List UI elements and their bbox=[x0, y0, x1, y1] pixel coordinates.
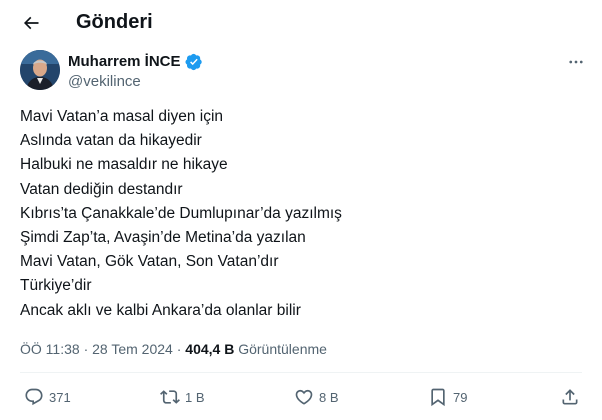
repost-icon bbox=[160, 387, 180, 407]
meta-separator: · bbox=[83, 341, 89, 357]
tweet-line: Halbuki ne masaldır ne hikaye bbox=[20, 156, 228, 174]
page-title: Gönderi bbox=[76, 11, 153, 33]
divider bbox=[20, 372, 582, 373]
view-label: Görüntülenme bbox=[238, 341, 327, 357]
tweet-line: Ancak aklı ve kalbi Ankara’da olanlar bi… bbox=[20, 301, 301, 319]
avatar[interactable] bbox=[20, 50, 60, 90]
more-horizontal-icon bbox=[567, 53, 585, 71]
tweet-text: Mavi Vatan’a masal diyen için Aslında va… bbox=[20, 105, 580, 323]
view-count: 404,4 B bbox=[185, 341, 235, 357]
repost-count: 1 B bbox=[185, 389, 205, 405]
reply-count: 371 bbox=[49, 389, 71, 405]
tweet-line: Vatan dediğin destandır bbox=[20, 180, 183, 198]
bookmark-icon bbox=[428, 387, 448, 407]
tweet-line: Aslında vatan da hikayedir bbox=[20, 132, 202, 150]
action-bar: 371 1 B 8 B 79 bbox=[0, 382, 602, 412]
reply-icon bbox=[24, 387, 44, 407]
tweet-line: Türkiye’dir bbox=[20, 277, 92, 295]
like-count: 8 B bbox=[319, 389, 339, 405]
tweet-date[interactable]: 28 Tem 2024 bbox=[92, 341, 173, 357]
author-name[interactable]: Muharrem İNCE bbox=[68, 52, 181, 72]
tweet-line: Mavi Vatan’a masal diyen için bbox=[20, 108, 224, 125]
repost-button[interactable]: 1 B bbox=[160, 385, 205, 409]
tweet-line: Kıbrıs’ta Çanakkale’de Dumlupınar’da yaz… bbox=[20, 204, 342, 222]
tweet-line: Mavi Vatan, Gök Vatan, Son Vatan’dır bbox=[20, 253, 279, 271]
arrow-left-icon bbox=[21, 13, 41, 33]
author-handle[interactable]: @vekilince bbox=[68, 72, 141, 92]
verified-badge-icon bbox=[185, 53, 203, 71]
author-row: Muharrem İNCE bbox=[68, 52, 203, 72]
share-button[interactable] bbox=[560, 385, 580, 409]
back-button[interactable] bbox=[18, 10, 44, 36]
bookmark-count: 79 bbox=[453, 389, 468, 405]
share-icon bbox=[560, 387, 580, 407]
top-bar: Gönderi bbox=[0, 0, 602, 44]
reply-button[interactable]: 371 bbox=[24, 385, 71, 409]
like-button[interactable]: 8 B bbox=[294, 385, 339, 409]
tweet-meta: ÖÖ 11:38 · 28 Tem 2024 · 404,4 B Görüntü… bbox=[20, 339, 327, 359]
more-options-button[interactable] bbox=[564, 52, 588, 72]
heart-icon bbox=[294, 387, 314, 407]
tweet-line: Şimdi Zap’ta, Avaşin’de Metina’da yazıla… bbox=[20, 229, 306, 247]
bookmark-button[interactable]: 79 bbox=[428, 385, 467, 409]
tweet-time[interactable]: ÖÖ 11:38 bbox=[20, 341, 80, 357]
meta-separator: · bbox=[176, 341, 182, 357]
